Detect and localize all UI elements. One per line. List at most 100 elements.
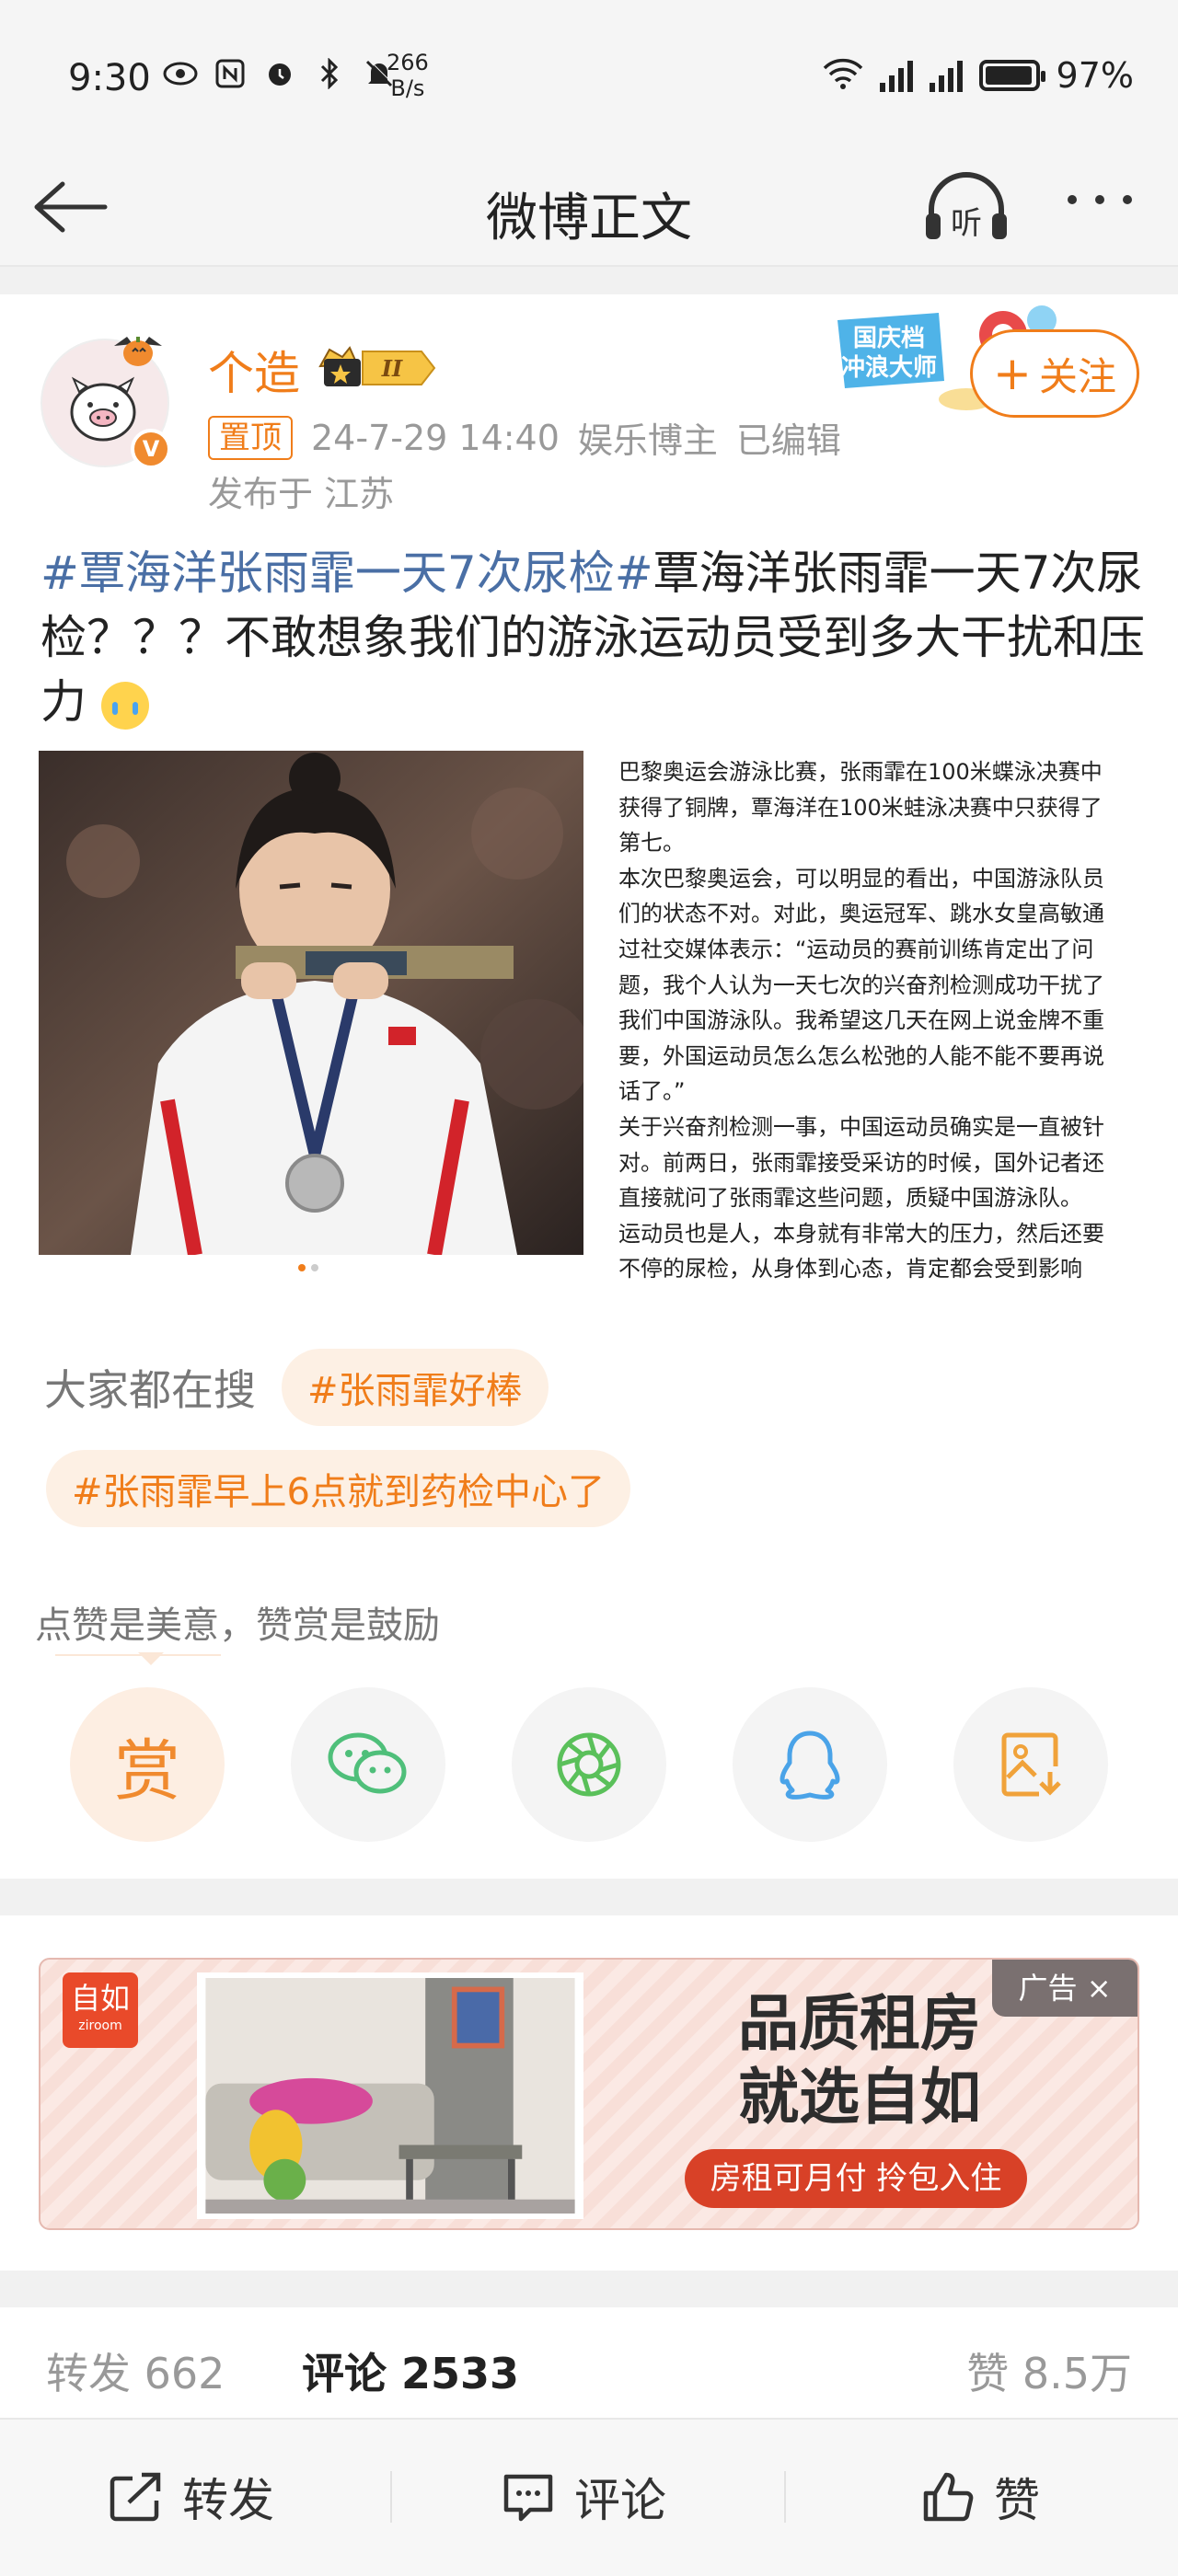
reward-caret: [138, 1652, 164, 1665]
trending-tag[interactable]: #张雨霏好棒: [282, 1349, 549, 1426]
repost-button[interactable]: 转发: [109, 2464, 274, 2530]
status-bar: 9:30 266 B/s 97%: [0, 0, 1178, 147]
divider: [784, 2471, 786, 2523]
more-dot: [1068, 195, 1077, 204]
repost-icon: [110, 2472, 161, 2522]
save-image-icon: [1001, 1732, 1061, 1797]
like-button[interactable]: 赞: [920, 2464, 1040, 2530]
status-time: 9:30: [68, 57, 151, 99]
headphones-listen-icon[interactable]: 听: [920, 167, 1012, 247]
comment-button[interactable]: 评论: [501, 2464, 666, 2530]
repost-count-tab[interactable]: 转发 662: [46, 2340, 225, 2401]
ad-logo-text: 自如: [70, 1981, 130, 2016]
ad-title-line: 就选自如: [738, 2062, 981, 2133]
post-stats: 转发 662 评论 2533 赞 8.5万: [0, 2307, 1178, 2418]
signal-bar: [888, 75, 895, 92]
user-rank-badge: II: [318, 346, 436, 386]
nfc-icon: [212, 55, 248, 92]
thumbs-up-icon: [923, 2472, 974, 2522]
promo-line-2: 冲浪大师: [841, 353, 937, 382]
ad-tag-label: 广告: [1018, 1971, 1078, 2006]
battery-fill: [985, 66, 1032, 85]
user-rank-label: II: [381, 355, 403, 382]
wechat-share-button[interactable]: [291, 1687, 445, 1842]
net-speed-value: 266: [387, 50, 429, 75]
wifi-icon: [823, 57, 863, 94]
signal-1-icon: [879, 59, 913, 92]
signal-bar: [956, 61, 963, 92]
follow-plus-icon: +: [993, 347, 1032, 400]
divider: [390, 2471, 392, 2523]
follow-label: 关注: [1038, 353, 1116, 399]
battery-icon: [978, 60, 1045, 91]
post-time: 24-7-29 14:40: [311, 417, 560, 458]
battery-percent: 97%: [1056, 55, 1134, 96]
trending-search-label: 大家都在搜: [44, 1365, 256, 1415]
article-paragraph: 巴黎奥运会游泳比赛，张雨霏在100米蝶泳决赛中获得了铜牌，覃海洋在100米蛙泳决…: [618, 759, 1103, 857]
bottom-action-bar: 转发 评论 赞: [0, 2418, 1178, 2576]
status-right: 97%: [823, 55, 1134, 96]
like-count-tab[interactable]: 赞 8.5万: [966, 2340, 1132, 2401]
like-label: 赞: [994, 2474, 1040, 2527]
wechat-icon: [328, 1732, 407, 1794]
pumpkin-badge-icon: [114, 337, 162, 366]
post-hashtag[interactable]: #覃海洋张雨霏一天7次尿检#: [40, 546, 653, 600]
ziroom-logo: 自如 ziroom: [63, 1972, 138, 2048]
save-image-button[interactable]: [953, 1687, 1108, 1842]
crying-face-emoji: [100, 681, 149, 730]
moments-share-button[interactable]: [512, 1687, 666, 1842]
reward-caption: 点赞是美意，赞赏是鼓励: [35, 1604, 440, 1647]
signal-bar: [938, 75, 944, 92]
signal-bar: [947, 68, 953, 92]
reward-button[interactable]: 赏: [70, 1687, 225, 1842]
signal-bar: [879, 83, 885, 92]
ad-logo-sub: ziroom: [78, 2018, 122, 2033]
promo-line-1: 国庆档: [853, 324, 925, 352]
trending-search: 大家都在搜 #张雨霏好棒: [44, 1349, 549, 1426]
image-page-dots: [298, 1264, 318, 1271]
net-speed: 266 B/s: [387, 50, 429, 101]
post-location: 发布于 江苏: [208, 474, 395, 514]
ad-banner[interactable]: 自如 ziroom 品质租房 就选自如 房租可月付 拎包入住 广告 ×: [39, 1958, 1139, 2230]
article-paragraph: 运动员也是人，本身就有非常大的压力，然后还要不停的尿检，从身体到心态，肯定都会受…: [618, 1220, 1104, 1282]
net-speed-unit: B/s: [390, 75, 425, 101]
follow-button[interactable]: + 关注: [970, 329, 1139, 418]
pin-badge: 置顶: [208, 415, 293, 460]
ad-close-button[interactable]: 广告 ×: [992, 1960, 1138, 2017]
signal-bar: [897, 68, 904, 92]
post-card: V 个造 II 置顶 24-7-29 14:40 娱乐博主 已编辑 发布于 江苏…: [0, 294, 1178, 1879]
listen-label: 听: [951, 205, 982, 242]
ad-card: 自如 ziroom 品质租房 就选自如 房租可月付 拎包入住 广告 ×: [0, 1915, 1178, 2271]
ad-room-photo: [197, 1972, 583, 2219]
qq-share-button[interactable]: [733, 1687, 887, 1842]
username[interactable]: 个造: [208, 337, 300, 403]
post-article-image[interactable]: 巴黎奥运会游泳比赛，张雨霏在100米蝶泳决赛中获得了铜牌，覃海洋在100米蛙泳决…: [618, 754, 1115, 1287]
page-dot-active: [298, 1264, 306, 1271]
edited-label[interactable]: 已编辑: [736, 412, 841, 463]
comment-icon: [503, 2474, 553, 2522]
avatar[interactable]: V: [40, 337, 171, 469]
status-icons: [162, 55, 398, 92]
trending-tag[interactable]: #张雨霏早上6点就到药检中心了: [46, 1450, 630, 1527]
nav-bar: 微博正文 听: [0, 147, 1178, 267]
signal-bar: [929, 83, 935, 92]
author-type: 娱乐博主: [577, 420, 718, 461]
more-dots-icon[interactable]: [1068, 195, 1132, 204]
eye-icon: [162, 55, 199, 92]
more-dot: [1123, 195, 1132, 204]
qq-icon: [780, 1731, 840, 1800]
article-paragraph: 关于兴奋剂检测一事，中国运动员确实是一直被针对。前两日，张雨霏接受采访的时候，国…: [618, 1113, 1104, 1212]
reward-label: 赏: [113, 1731, 180, 1810]
signal-bar: [907, 61, 913, 92]
ad-cta-button[interactable]: 房租可月付 拎包入住: [685, 2149, 1027, 2208]
comment-count-tab[interactable]: 评论 2533: [302, 2340, 519, 2401]
post-text: #覃海洋张雨霏一天7次尿检#覃海洋张雨霏一天7次尿检？？？不敢想象我们的游泳运动…: [40, 541, 1145, 734]
more-dot: [1095, 195, 1104, 204]
bluetooth-icon: [311, 55, 348, 92]
close-icon: ×: [1086, 1971, 1112, 2006]
share-actions: 赏: [70, 1687, 1108, 1842]
post-photo[interactable]: [39, 751, 583, 1255]
article-paragraph: 本次巴黎奥运会，可以明显的看出，中国游泳队员们的状态不对。对此，奥运冠军、跳水女…: [618, 865, 1104, 1105]
post-meta: 置顶 24-7-29 14:40 娱乐博主 已编辑: [208, 412, 841, 463]
moments-icon: [557, 1732, 621, 1797]
